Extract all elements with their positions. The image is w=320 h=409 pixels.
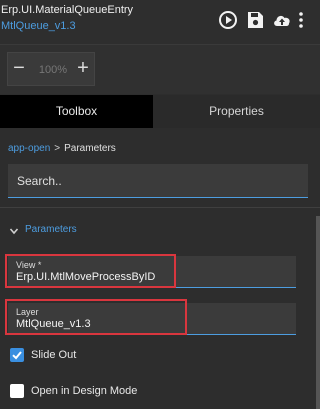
view-field[interactable]: View * Erp.UI.MtlMoveProcessByID	[8, 256, 296, 288]
play-circle-icon	[218, 10, 238, 30]
design-mode-checkbox[interactable]	[10, 384, 24, 398]
app-header: Erp.UI.MaterialQueueEntry MtlQueue_v1.3	[0, 0, 320, 44]
zoom-control: − 100% +	[7, 52, 95, 86]
layer-field-label: Layer	[16, 307, 39, 317]
zoom-in-button[interactable]: +	[74, 58, 92, 80]
divider	[0, 207, 320, 208]
breadcrumb-link-app-open[interactable]: app-open	[8, 143, 50, 154]
tab-properties[interactable]: Properties	[153, 95, 320, 128]
view-field-label: View *	[16, 260, 42, 270]
app-title: Erp.UI.MaterialQueueEntry	[1, 4, 134, 16]
breadcrumb-current: Parameters	[64, 143, 116, 154]
toolbox-panel: app-open>Parameters Parameters View * Er…	[0, 128, 320, 409]
overflow-menu-button[interactable]	[296, 10, 306, 30]
zoom-level: 100%	[38, 64, 68, 76]
view-field-value[interactable]: Erp.UI.MtlMoveProcessByID	[16, 271, 155, 283]
slide-out-label: Slide Out	[31, 349, 77, 361]
breadcrumb: app-open > Parameters	[8, 143, 116, 154]
zoom-bar: − 100% +	[0, 44, 320, 94]
checkmark-icon	[12, 351, 22, 360]
section-title: Parameters	[25, 224, 77, 235]
save-icon	[245, 10, 265, 30]
tab-toolbox[interactable]: Toolbox	[0, 95, 153, 128]
scrollbar-thumb[interactable]	[316, 216, 320, 409]
layer-field-value[interactable]: MtlQueue_v1.3	[16, 318, 91, 330]
save-button[interactable]	[245, 10, 265, 30]
search-field[interactable]	[8, 164, 308, 198]
layer-field[interactable]: Layer MtlQueue_v1.3	[8, 303, 296, 335]
more-vertical-icon	[296, 10, 306, 30]
layer-link[interactable]: MtlQueue_v1.3	[1, 20, 76, 32]
design-mode-label: Open in Design Mode	[31, 385, 138, 397]
preview-button[interactable]	[218, 10, 238, 30]
publish-button[interactable]	[272, 10, 292, 30]
chevron-down-icon	[8, 225, 20, 237]
breadcrumb-separator: >	[54, 143, 61, 154]
slide-out-checkbox[interactable]	[10, 348, 24, 362]
panel-tabs: Toolbox Properties	[0, 95, 320, 128]
search-input[interactable]	[8, 164, 308, 197]
zoom-out-button[interactable]: −	[10, 58, 28, 80]
cloud-upload-icon	[272, 10, 292, 30]
